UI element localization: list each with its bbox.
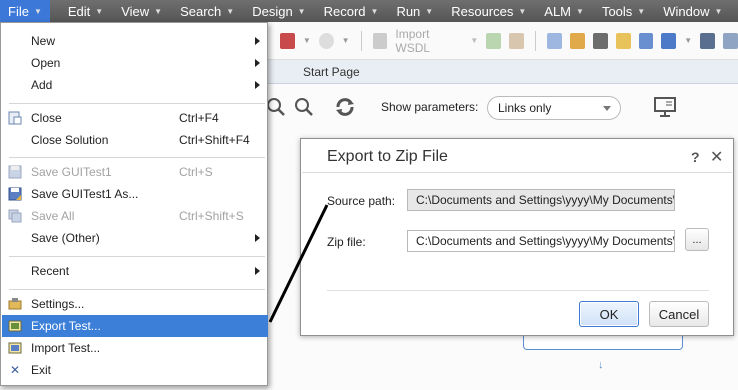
annotation-callout-line [268,204,329,323]
